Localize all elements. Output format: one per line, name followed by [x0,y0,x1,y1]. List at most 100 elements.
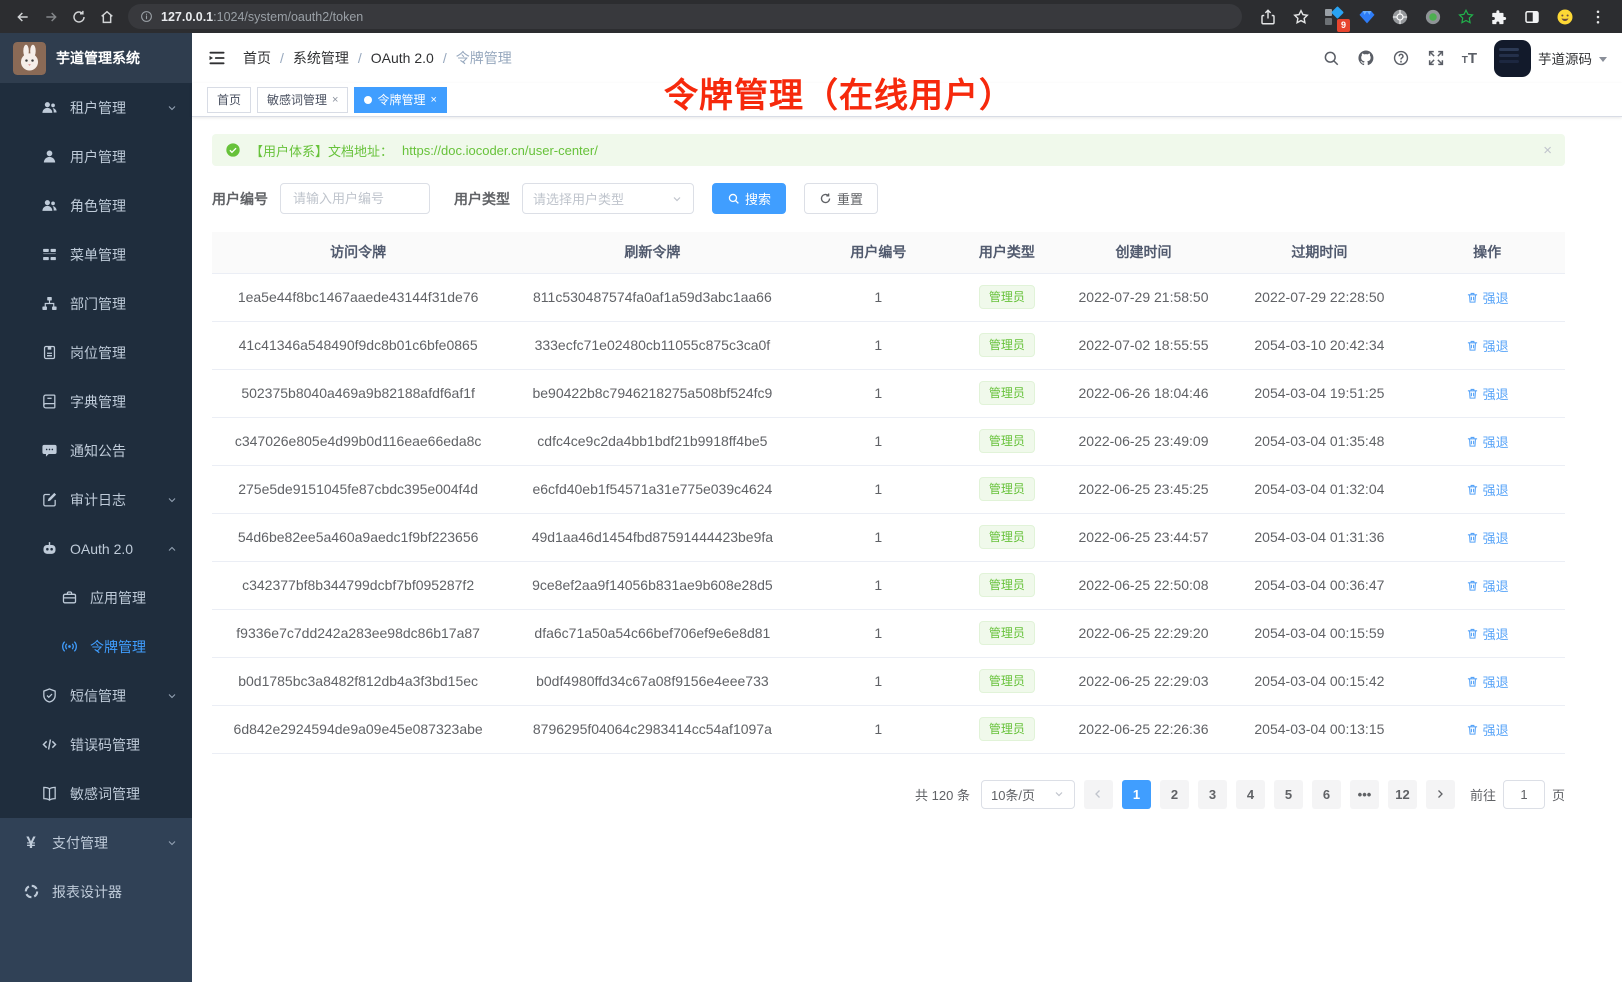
page-button-12[interactable]: 12 [1388,780,1417,809]
goto-page-input[interactable] [1503,780,1545,809]
tags-view: 首页敏感词管理×令牌管理× [192,83,1622,117]
tag-item[interactable]: 敏感词管理 × [257,87,348,113]
token-table: 访问令牌刷新令牌用户编号用户类型创建时间过期时间操作 1ea5e44f8bc14… [212,232,1565,754]
help-question-icon[interactable] [1392,49,1410,67]
fullscreen-icon[interactable] [1427,49,1445,67]
search-button[interactable]: 搜索 [712,183,786,214]
page-button-4[interactable]: 4 [1236,780,1265,809]
breadcrumb-item[interactable]: 系统管理 [293,48,349,68]
sidebar-item-label: 岗位管理 [70,343,178,363]
app-logo[interactable]: 芋道管理系统 [0,33,192,83]
page-button-2[interactable]: 2 [1160,780,1189,809]
alert-close-icon[interactable]: × [1543,142,1552,159]
page-button-5[interactable]: 5 [1274,780,1303,809]
side-panel-icon[interactable] [1522,7,1542,27]
created-time-cell: 2022-07-02 18:55:55 [1058,321,1230,369]
page-more-button[interactable]: ••• [1350,780,1379,809]
sidebar-item-menu-management[interactable]: 菜单管理 [0,230,192,279]
tag-active[interactable]: 令牌管理× [354,87,446,113]
extensions-puzzle-icon[interactable] [1489,7,1509,27]
refresh-token-cell: 8796295f04064c2983414cc54af1097a [504,705,800,753]
reset-button[interactable]: 重置 [804,183,878,214]
browser-back-icon[interactable] [10,4,36,30]
sidebar-item-role-management[interactable]: 角色管理 [0,181,192,230]
force-logout-button[interactable]: 强退 [1466,288,1509,307]
tag-label: 敏感词管理 [267,91,327,108]
bookmark-star-icon[interactable] [1291,7,1311,27]
user-icon [40,148,58,166]
profile-avatar-icon[interactable] [1555,7,1575,27]
font-size-icon[interactable]: TT [1462,50,1477,67]
sidebar-item-dict-management[interactable]: 字典管理 [0,377,192,426]
force-logout-button[interactable]: 强退 [1466,672,1509,691]
browser-menu-kebab-icon[interactable] [1588,7,1608,27]
user-type-badge: 管理员 [979,333,1035,357]
sidebar-item-report-designer[interactable]: 报表设计器 [0,867,192,916]
browser-forward-icon[interactable] [38,4,64,30]
page-size-select[interactable]: 10条/页 [981,780,1075,809]
sidebar-item-audit-log[interactable]: 审计日志 [0,475,192,524]
tag-close-icon[interactable]: × [332,94,338,106]
doc-link[interactable]: https://doc.iocoder.cn/user-center/ [402,143,598,158]
force-logout-button[interactable]: 强退 [1466,432,1509,451]
share-icon[interactable] [1258,7,1278,27]
breadcrumb-item[interactable]: 首页 [243,48,271,68]
browser-reload-icon[interactable] [66,4,92,30]
breadcrumb-item[interactable]: OAuth 2.0 [371,50,434,66]
sidebar-item-token-management[interactable]: 令牌管理 [0,622,192,671]
force-logout-button[interactable]: 强退 [1466,480,1509,499]
force-logout-button[interactable]: 强退 [1466,720,1509,739]
page-content: 【用户体系】文档地址： https://doc.iocoder.cn/user-… [192,117,1622,982]
next-page-button[interactable] [1426,780,1455,809]
user-id-input[interactable] [280,183,430,214]
force-logout-button[interactable]: 强退 [1466,624,1509,643]
browser-home-icon[interactable] [94,4,120,30]
password-manager-extension-icon[interactable]: 9 [1324,7,1344,27]
tag-item[interactable]: 首页 [207,87,251,113]
header-search-icon[interactable] [1322,49,1340,67]
breadcrumb: 首页/系统管理/OAuth 2.0/令牌管理 [243,48,512,68]
user-type-cell: 管理员 [956,417,1057,465]
robot-icon [40,540,58,558]
tag-close-icon[interactable]: × [430,94,436,106]
user-type-cell: 管理员 [956,321,1057,369]
table-row: 502375b8040a469a9b82188afdf6af1fbe90422b… [212,369,1565,417]
page-button-3[interactable]: 3 [1198,780,1227,809]
sidebar-item-error-code-management[interactable]: 错误码管理 [0,720,192,769]
user-menu[interactable]: 芋道源码 [1494,40,1607,77]
sidebar-item-department-management[interactable]: 部门管理 [0,279,192,328]
sidebar-collapse-icon[interactable] [207,48,227,68]
page-button-6[interactable]: 6 [1312,780,1341,809]
github-icon[interactable] [1357,49,1375,67]
green-star-extension-icon[interactable] [1456,7,1476,27]
force-logout-button[interactable]: 强退 [1466,528,1509,547]
green-dot-extension-icon[interactable] [1423,7,1443,27]
sidebar-item-notice-announcement[interactable]: 通知公告 [0,426,192,475]
force-logout-button[interactable]: 强退 [1466,384,1509,403]
expire-time-cell: 2054-03-04 00:13:15 [1229,705,1409,753]
sidebar-item-oauth2[interactable]: OAuth 2.0 [0,524,192,573]
gem-extension-icon[interactable] [1357,7,1377,27]
sidebar-item-payment-management[interactable]: ¥支付管理 [0,818,192,867]
user-type-select[interactable]: 请选择用户类型 [522,183,694,214]
gray-circle-extension-icon[interactable] [1390,7,1410,27]
force-logout-button[interactable]: 强退 [1466,576,1509,595]
sidebar-item-application-management[interactable]: 应用管理 [0,573,192,622]
user-id-label: 用户编号 [212,189,268,209]
chevron-down-icon [166,102,178,114]
sidebar-item-user-management[interactable]: 用户管理 [0,132,192,181]
site-info-icon[interactable] [140,10,153,23]
page-button-1[interactable]: 1 [1122,780,1151,809]
sidebar-item-label: 审计日志 [70,490,166,510]
column-header: 用户类型 [956,232,1057,273]
table-row: f9336e7c7dd242a283ee98dc86b17a87dfa6c71a… [212,609,1565,657]
sidebar-item-sms-management[interactable]: 短信管理 [0,671,192,720]
address-bar[interactable]: 127.0.0.1:1024/system/oauth2/token [128,4,1242,29]
sidebar-item-tenant-management[interactable]: 租户管理 [0,83,192,132]
refresh-token-cell: 811c530487574fa0af1a59d3abc1aa66 [504,273,800,321]
force-logout-button[interactable]: 强退 [1466,336,1509,355]
sidebar-item-post-management[interactable]: 岗位管理 [0,328,192,377]
sidebar-menu: 租户管理用户管理角色管理菜单管理部门管理岗位管理字典管理通知公告审计日志 OAut… [0,83,192,982]
sidebar-item-sensitive-word-management[interactable]: 敏感词管理 [0,769,192,818]
prev-page-button[interactable] [1084,780,1113,809]
